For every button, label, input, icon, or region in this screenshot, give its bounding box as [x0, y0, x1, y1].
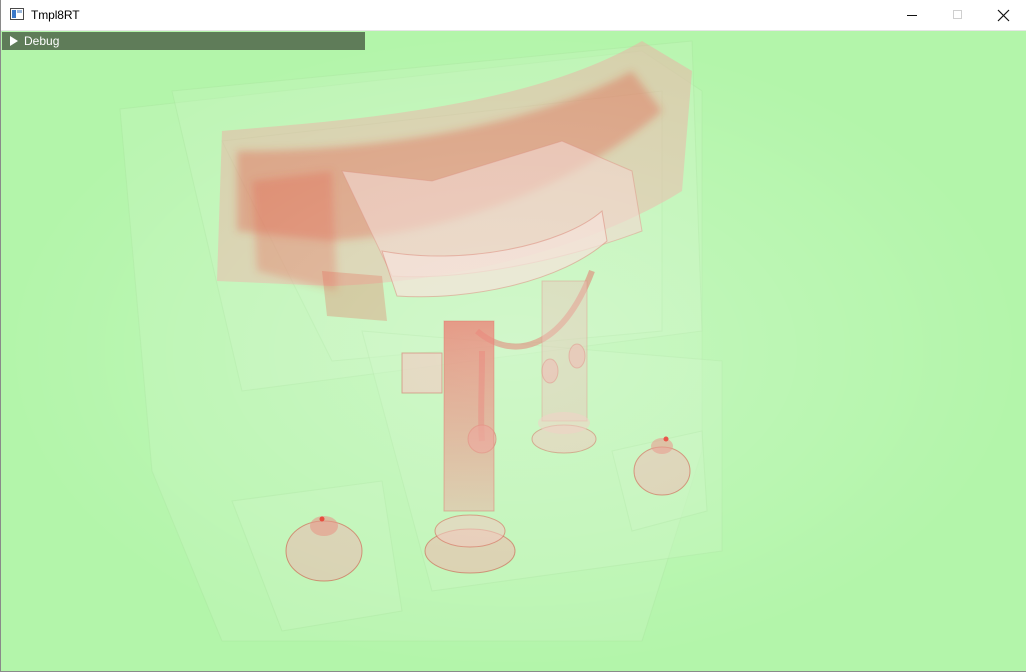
title-bar[interactable]: Tmpl8RT — [1, 0, 1026, 31]
maximize-icon — [953, 10, 962, 19]
minimize-icon — [907, 15, 917, 16]
close-icon — [997, 9, 1010, 22]
app-window: Tmpl8RT Debug — [0, 0, 1026, 672]
app-window-icon — [10, 8, 24, 20]
maximize-button[interactable] — [935, 0, 981, 31]
debug-panel-header[interactable]: Debug — [2, 32, 365, 50]
scene-render — [2, 31, 1026, 671]
window-title: Tmpl8RT — [31, 8, 80, 22]
triangle-right-icon[interactable] — [10, 36, 18, 46]
minimize-button[interactable] — [889, 0, 935, 31]
debug-panel-label: Debug — [24, 34, 60, 48]
close-button[interactable] — [981, 0, 1026, 31]
render-viewport[interactable] — [2, 31, 1026, 671]
